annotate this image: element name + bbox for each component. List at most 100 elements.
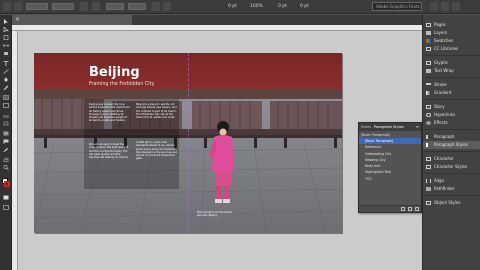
trash-icon[interactable] <box>415 207 419 211</box>
dock-item-effects[interactable]: Effects <box>423 119 480 127</box>
stroke-color-swatch[interactable] <box>4 181 10 187</box>
new-folder-icon[interactable] <box>401 207 405 211</box>
font-search-field[interactable]: Adobe Graphics Fonts <box>372 2 422 11</box>
fill-swatch-icon[interactable] <box>152 2 160 11</box>
hand-tool-icon[interactable] <box>3 157 9 162</box>
story-icon <box>426 105 431 109</box>
reference-point-icon[interactable] <box>3 2 11 11</box>
dock-item-glyphs[interactable]: Glyphs <box>423 59 480 67</box>
rectangle-frame-tool-icon[interactable] <box>3 95 9 100</box>
align-icon <box>426 179 431 183</box>
dock-item-paragraph-styles[interactable]: Paragraph Styles <box>423 141 480 149</box>
dock-item-stroke[interactable]: Stroke <box>423 81 480 89</box>
note-tool-icon[interactable] <box>3 139 9 144</box>
article-title[interactable]: Beijing <box>89 65 140 80</box>
gradient-tool-icon[interactable] <box>3 131 9 136</box>
dock-item-cc-libraries[interactable]: CC Libraries <box>423 45 480 53</box>
paragraph-icon <box>426 135 431 139</box>
dock-item-character-styles[interactable]: Character Styles <box>423 163 480 171</box>
scissors-tool-icon[interactable] <box>3 113 9 118</box>
zoom-tool-icon[interactable] <box>3 165 9 170</box>
dock-item-gradient[interactable]: Gradient <box>423 89 480 97</box>
eyedropper-tool-icon[interactable] <box>3 147 9 152</box>
dock-item-pathfinder[interactable]: Pathfinder <box>423 185 480 193</box>
document-tab[interactable]: × * TOC Colorcoll1 @ 59.43% [Preview] <box>12 15 132 32</box>
type-tool-icon[interactable] <box>3 61 9 66</box>
dock-item-object-styles[interactable]: Object Styles <box>423 199 480 207</box>
gradient-icon <box>426 91 431 95</box>
dock-separator <box>425 55 479 56</box>
pen-tool-icon[interactable] <box>3 77 9 82</box>
dock-item-align[interactable]: Align <box>423 177 480 185</box>
rotate-icon[interactable] <box>14 2 22 11</box>
dock-item-pages[interactable]: Pages <box>423 21 480 29</box>
workspace-icon[interactable] <box>452 2 460 11</box>
quick-apply-icon[interactable] <box>430 2 438 11</box>
object-styles-icon <box>426 201 431 205</box>
select-container-icon[interactable] <box>92 2 100 11</box>
dock-item-paragraph[interactable]: Paragraph <box>423 133 480 141</box>
dock-separator <box>425 99 479 100</box>
text-column[interactable]: Beijing's a place to see the old hutongs… <box>136 103 178 119</box>
dock-item-swatches[interactable]: Swatches <box>423 37 480 45</box>
control-bar: 0 pt 100% 0 pt 0 pt Adobe Graphics Fonts <box>0 0 480 14</box>
screen-mode-icon[interactable] <box>3 205 9 210</box>
y-position-field[interactable] <box>52 3 74 10</box>
cc-libraries-icon <box>426 47 431 51</box>
layers-icon <box>426 31 431 35</box>
style-item[interactable]: TOC <box>359 176 421 182</box>
x-position-field[interactable] <box>26 3 48 10</box>
dock-item-text-wrap[interactable]: Text Wrap <box>423 67 480 75</box>
dock-separator <box>425 195 479 196</box>
tab-paragraph-styles[interactable]: Paragraph Styles <box>374 123 404 131</box>
text-column[interactable]: We set out early to beat the crowds, whe… <box>89 143 131 159</box>
dock-item-layers[interactable]: Layers <box>423 29 480 37</box>
content-collector-icon[interactable] <box>3 51 9 56</box>
glyphs-icon <box>426 61 431 65</box>
page-tool-icon[interactable] <box>3 35 9 40</box>
search-placeholder: Adobe Graphics Fonts <box>376 4 420 9</box>
line-tool-icon[interactable] <box>3 69 9 74</box>
apply-color-icon[interactable] <box>3 195 9 200</box>
gap-tool-icon[interactable] <box>3 43 9 48</box>
direct-selection-tool-icon[interactable] <box>3 27 9 32</box>
column-gutter-value[interactable]: 0 pt <box>278 2 287 11</box>
flip-icon[interactable] <box>80 2 88 11</box>
pencil-tool-icon[interactable] <box>3 85 9 90</box>
scale-x-field[interactable] <box>106 3 124 10</box>
inset-value[interactable]: 0 pt <box>300 2 309 11</box>
dock-item-hyperlinks[interactable]: Hyperlinks <box>423 111 480 119</box>
stroke-weight-value[interactable]: 0 pt <box>228 2 237 11</box>
new-style-icon[interactable] <box>408 207 412 211</box>
stroke-icon <box>426 83 431 87</box>
pathfinder-icon <box>426 187 431 191</box>
dock-item-character[interactable]: Character <box>423 155 480 163</box>
article-subtitle[interactable]: Framing the Forbidden City <box>89 82 154 87</box>
spine-guide <box>188 53 189 233</box>
photo-caption[interactable]: Morning light over the palace benches, B… <box>197 211 237 217</box>
text-column[interactable]: A little girl in a pink coat wandered ah… <box>136 141 178 161</box>
panel-menu-icon[interactable]: ≡ <box>416 123 419 131</box>
panel-header: Notes Paragraph Styles ≡ <box>359 123 421 131</box>
paragraph-styles-icon <box>426 143 431 147</box>
dock-item-story[interactable]: Story <box>423 103 480 111</box>
current-style-label: [Basic Paragraph] <box>361 133 391 137</box>
document-spread[interactable]: Beijing Framing the Forbidden City Beiji… <box>34 53 342 233</box>
swatches-icon <box>426 39 431 43</box>
opacity-value[interactable]: 100% <box>250 2 263 11</box>
text-wrap-icon <box>426 69 431 73</box>
dock-separator <box>425 77 479 78</box>
text-column[interactable]: Beijing was a great city long before it … <box>89 103 131 123</box>
rectangle-tool-icon[interactable] <box>3 103 9 108</box>
paragraph-styles-panel: Notes Paragraph Styles ≡ [Basic Paragrap… <box>358 122 422 213</box>
panel-dock: Pages Layers Swatches CC Libraries Glyph… <box>422 15 480 270</box>
free-transform-tool-icon[interactable] <box>3 121 9 126</box>
dock-separator <box>425 129 479 130</box>
scale-y-field[interactable] <box>128 3 146 10</box>
selection-tool-icon[interactable] <box>3 19 9 24</box>
share-icon[interactable] <box>441 2 449 11</box>
close-icon[interactable]: × <box>15 16 20 24</box>
stroke-swatch-icon[interactable] <box>163 2 171 11</box>
tab-notes[interactable]: Notes <box>361 123 371 131</box>
character-icon <box>426 157 431 161</box>
